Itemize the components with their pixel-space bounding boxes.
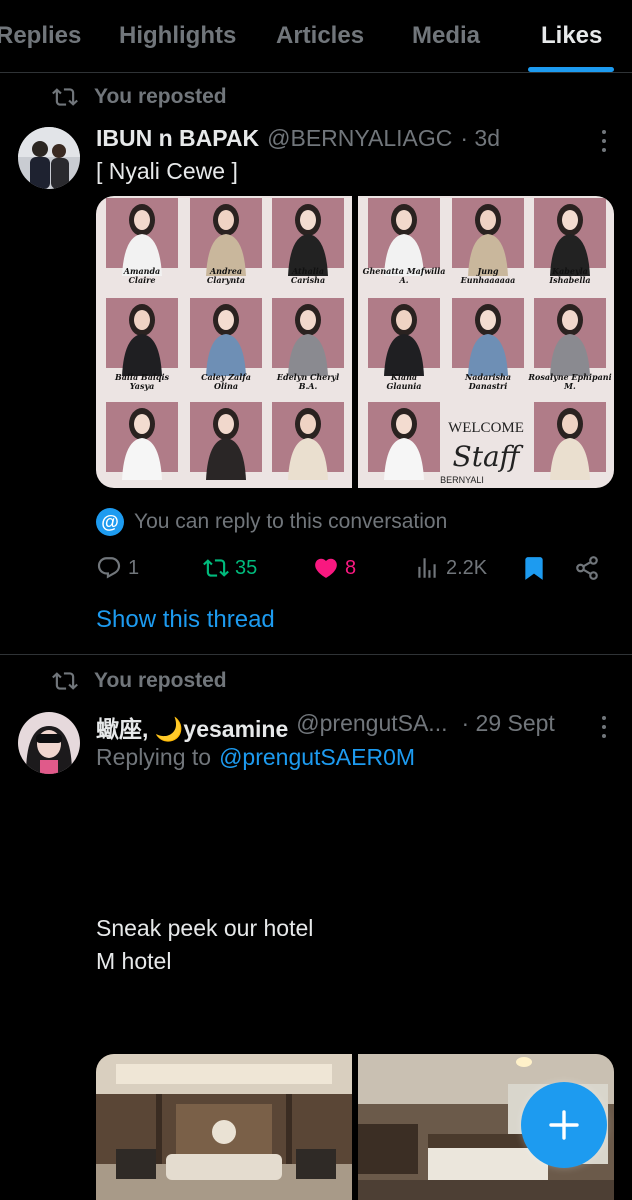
profile-tabs: Replies Highlights Articles Media Likes	[0, 0, 632, 73]
tab-replies[interactable]: Replies	[0, 22, 81, 50]
repost-icon	[203, 559, 229, 577]
reply-button[interactable]: 1	[96, 555, 139, 581]
tab-likes[interactable]: Likes	[541, 22, 602, 50]
share-icon	[576, 556, 598, 580]
tab-articles[interactable]: Articles	[276, 22, 364, 50]
more-options-icon[interactable]	[602, 716, 608, 738]
member-name-label: Claire	[129, 275, 156, 285]
like-button[interactable]: 8	[313, 555, 356, 581]
repost-label: You reposted	[94, 85, 227, 108]
reply-note-text: You can reply to this conversation	[134, 510, 448, 533]
repost-label: You reposted	[94, 669, 227, 692]
member-name-label: Clarynta	[207, 275, 245, 285]
share-button[interactable]	[574, 555, 600, 581]
post-text: Sneak peek our hotel M hotel	[96, 915, 314, 974]
staff-text: Staff	[453, 440, 524, 473]
replying-to-link[interactable]: @prengutSAER0M	[219, 744, 415, 771]
bookmark-icon	[525, 557, 543, 580]
post-image-1[interactable]: Amanda Claire Andrea Clarynta Athalia Carisha…	[96, 196, 352, 488]
repost-icon	[52, 672, 78, 690]
display-name[interactable]: 蠍座, 🌙yesamine	[96, 710, 288, 744]
views-count: 2.2K	[446, 556, 488, 579]
reply-icon	[97, 557, 121, 579]
member-name-label: M.	[563, 381, 576, 391]
member-name-label: B.A.	[298, 381, 318, 391]
user-handle[interactable]: @BERNYALIAGC	[267, 125, 452, 152]
post-image-1[interactable]	[96, 1054, 352, 1200]
more-options-icon[interactable]	[602, 130, 608, 152]
display-name[interactable]: IBUN n BAPAK	[96, 125, 259, 152]
replying-prefix: Replying to	[96, 744, 212, 770]
member-name-label: Olina	[214, 381, 238, 391]
bookmark-button[interactable]	[521, 555, 547, 581]
post-image-2[interactable]: Ghenatta Mafwilla A. Jung Eunhaaaaaa Kabeyla…	[358, 196, 614, 488]
avatar[interactable]	[18, 712, 80, 774]
plus-icon	[549, 1110, 579, 1140]
repost-icon	[52, 88, 78, 106]
active-tab-indicator	[528, 67, 614, 72]
post-divider	[0, 654, 632, 655]
brand-text: BERNYALI	[440, 475, 484, 485]
post-header: 蠍座, 🌙yesamine @prengutSA... · 29 Sept	[96, 710, 555, 744]
mention-icon: @	[96, 508, 124, 536]
member-name-label: Yasya	[130, 381, 155, 391]
compose-button[interactable]	[521, 1082, 607, 1168]
member-name-label: Glaunia	[387, 381, 422, 391]
post-time[interactable]: · 29 Sept	[461, 710, 554, 744]
user-handle[interactable]: @prengutSA...	[296, 710, 447, 744]
post-time[interactable]: · 3d	[460, 125, 500, 152]
repost-count: 35	[235, 556, 258, 579]
heart-icon	[315, 558, 337, 578]
welcome-text: WELCOME	[448, 420, 524, 436]
tab-media[interactable]: Media	[412, 22, 480, 50]
show-thread-link[interactable]: Show this thread	[96, 606, 275, 634]
repost-indicator: You reposted	[52, 84, 227, 110]
member-name-label: Carisha	[291, 275, 325, 285]
post-text: [ Nyali Cewe ]	[96, 158, 238, 184]
reply-permission-note: @ You can reply to this conversation	[96, 508, 447, 536]
member-name-label: Ishabella	[548, 275, 590, 285]
member-name-label: Eunhaaaaaa	[460, 275, 516, 285]
member-name-label: A.	[399, 275, 409, 285]
repost-button[interactable]: 35	[203, 555, 257, 581]
post-actions: 1 35 8 2.2K	[0, 555, 632, 585]
analytics-icon	[418, 558, 436, 578]
member-name-label: Danastri	[468, 381, 508, 391]
reply-count: 1	[128, 556, 140, 579]
repost-indicator: You reposted	[52, 668, 227, 694]
replying-to-line: Replying to @prengutSAER0M	[96, 744, 415, 771]
post-header: IBUN n BAPAK @BERNYALIAGC · 3d	[96, 125, 500, 152]
views-button[interactable]: 2.2K	[414, 555, 487, 581]
avatar[interactable]	[18, 127, 80, 189]
tab-highlights[interactable]: Highlights	[119, 22, 236, 50]
like-count: 8	[345, 556, 357, 579]
